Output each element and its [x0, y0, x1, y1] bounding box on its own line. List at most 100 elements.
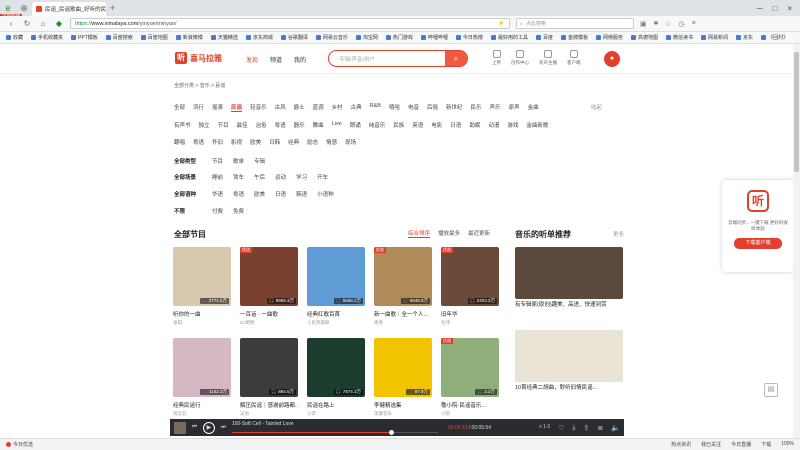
- recommend-cover[interactable]: [515, 330, 623, 382]
- play-button[interactable]: ▶: [202, 421, 215, 434]
- category-item[interactable]: 现场: [345, 138, 356, 146]
- category-item[interactable]: 爵士: [294, 103, 305, 112]
- bookmark-item[interactable]: 收藏: [6, 34, 23, 41]
- category-item[interactable]: 嘻哈: [389, 103, 400, 112]
- album-cover[interactable]: 优选 🎧 3.3万: [441, 338, 499, 397]
- scrollbar-thumb[interactable]: [794, 52, 799, 172]
- bookmark-item[interactable]: PPT模板: [71, 34, 98, 41]
- category-item[interactable]: 动漫: [488, 121, 499, 129]
- category-item[interactable]: 乡村: [332, 103, 343, 112]
- category-item[interactable]: 朗诵: [350, 121, 361, 129]
- category-item[interactable]: 游戏: [507, 121, 518, 129]
- album-cover[interactable]: 🎧 1142.3万: [173, 338, 231, 397]
- album-card[interactable]: 🎧 7874.3万 民谣在路上 小李: [307, 338, 365, 417]
- filter-option[interactable]: 小语种: [317, 190, 334, 198]
- category-item[interactable]: 电影: [431, 121, 442, 129]
- category-item[interactable]: 古典: [351, 103, 362, 112]
- bookmark-item[interactable]: 哔哩哔哩: [420, 34, 448, 41]
- page-scrollbar[interactable]: [793, 44, 800, 438]
- filter-label[interactable]: 全部类型: [174, 157, 202, 165]
- filter-option[interactable]: 歌单: [233, 157, 244, 165]
- category-item[interactable]: 金曲: [528, 103, 539, 112]
- download-client-button[interactable]: 下载客户端: [734, 238, 782, 249]
- playlist-icon[interactable]: ≣: [597, 424, 603, 432]
- collapse-categories[interactable]: 收起: [591, 103, 602, 111]
- share-icon[interactable]: ⇪: [584, 424, 590, 432]
- category-item[interactable]: 原声: [509, 103, 520, 112]
- category-item[interactable]: 节目: [218, 121, 229, 129]
- recommend-item[interactable]: 有专辑原(原创)趣美、高进、快速到赏: [515, 247, 623, 309]
- category-item[interactable]: 最佳: [237, 121, 248, 129]
- album-card[interactable]: 优选 🎧 6848.8万 新一曲歌｜全一个人... 青青: [374, 247, 432, 326]
- album-title[interactable]: 听你的一曲: [173, 310, 231, 318]
- url-field[interactable]: https://www.ximalaya.com/yinyue/minyao/ …: [70, 18, 510, 29]
- filter-label[interactable]: 不限: [174, 207, 202, 215]
- status-item[interactable]: 100%: [781, 441, 794, 448]
- filter-option[interactable]: 运动: [275, 173, 286, 181]
- maximize-icon[interactable]: □: [772, 4, 777, 13]
- sort-most-played[interactable]: 播放最多: [438, 229, 460, 238]
- sort-comprehensive[interactable]: 综合排序: [408, 229, 431, 238]
- album-author[interactable]: 周云云: [173, 411, 231, 417]
- upload-button[interactable]: 上传: [492, 50, 501, 66]
- status-item[interactable]: 我已关注: [701, 441, 721, 448]
- bookmark-item[interactable]: 百度: [535, 34, 553, 41]
- album-author[interactable]: 青青: [374, 320, 432, 326]
- category-item[interactable]: 古风: [275, 103, 286, 112]
- back-icon[interactable]: ‹: [6, 19, 16, 28]
- bookmark-item[interactable]: 最好用的工具: [490, 34, 528, 41]
- status-today[interactable]: 今日优选: [6, 441, 33, 448]
- album-title[interactable]: 民谣在路上: [307, 401, 365, 409]
- album-author[interactable]: 李健音乐: [374, 411, 432, 417]
- lightning-icon[interactable]: ⚡: [498, 20, 505, 27]
- feedback-icon[interactable]: ▤: [764, 383, 778, 397]
- progress-bar[interactable]: [231, 429, 438, 435]
- category-item[interactable]: 有声书: [174, 121, 191, 129]
- album-author[interactable]: 张琪: [173, 320, 231, 326]
- filter-option[interactable]: 日语: [275, 190, 286, 198]
- album-cover[interactable]: 🎧 5568.2万: [307, 247, 365, 306]
- album-cover[interactable]: 🎧 3771.0万: [173, 247, 231, 306]
- recommend-item-title[interactable]: 有专辑原(原创)趣美、高进、快速到赏: [515, 302, 623, 309]
- bookmark-item[interactable]: 新浪微博: [175, 34, 203, 41]
- like-icon[interactable]: ♡: [558, 424, 564, 432]
- album-author[interactable]: DJ明明: [240, 320, 298, 326]
- refresh-icon[interactable]: ↻: [22, 19, 32, 28]
- filter-option[interactable]: 开车: [317, 173, 328, 181]
- album-cover[interactable]: 🎧 894.5万: [240, 338, 298, 397]
- bookmark-item[interactable]: 高德地图: [631, 34, 658, 41]
- home-icon[interactable]: ⌂: [38, 19, 48, 28]
- album-author[interactable]: 人民英雄联: [307, 320, 365, 326]
- category-item[interactable]: 日韩: [269, 138, 280, 146]
- bookmark-item[interactable]: 天猫精选: [210, 34, 238, 41]
- album-title[interactable]: 李健精选集: [374, 401, 432, 409]
- album-card[interactable]: 🎧 1142.3万 经典民谣行 周云云: [173, 338, 231, 417]
- album-cover[interactable]: 优选 🎧 9989.3万: [240, 247, 298, 306]
- category-item[interactable]: 翻唱: [174, 138, 185, 146]
- bookmark-item[interactable]: 京东商城: [245, 34, 273, 41]
- track-progress[interactable]: 100-Soft Cell - Tainted Love: [231, 421, 442, 435]
- status-item[interactable]: 下载: [761, 441, 771, 448]
- anchor-button[interactable]: 有声主播: [539, 50, 557, 66]
- next-track-icon[interactable]: ⏭: [221, 424, 226, 431]
- avatar[interactable]: ●: [604, 51, 620, 67]
- album-card[interactable]: 🎧 97.9万李健精选集李健音乐: [374, 338, 432, 417]
- category-item[interactable]: 民族: [393, 121, 404, 129]
- site-search-input[interactable]: 专辑/声音/用户 ⌕: [328, 50, 468, 67]
- close-window-icon[interactable]: ×: [787, 4, 792, 13]
- category-item[interactable]: 新世纪: [446, 103, 463, 112]
- category-item[interactable]: R&B: [370, 103, 381, 112]
- category-item[interactable]: 蓝调: [313, 103, 324, 112]
- album-cover[interactable]: 🎧 97.9万: [374, 338, 432, 397]
- category-item[interactable]: 民乐: [471, 103, 482, 112]
- extension-icon[interactable]: ▣: [640, 20, 647, 28]
- recommend-more-link[interactable]: 更多: [613, 230, 624, 238]
- category-item[interactable]: 怀旧: [212, 138, 223, 146]
- album-title[interactable]: 敬小院·民谣音乐...: [441, 401, 499, 409]
- shield-icon[interactable]: ◆: [54, 19, 64, 28]
- filter-option[interactable]: 欧美: [254, 190, 265, 198]
- album-card[interactable]: 优选 🎧 9989.3万 一百话 · 一曲歌 DJ明明: [240, 247, 298, 326]
- category-item[interactable]: 欧美: [250, 138, 261, 146]
- history-icon[interactable]: ◷: [679, 20, 685, 28]
- bookmark-item[interactable]: 京东: [736, 34, 753, 41]
